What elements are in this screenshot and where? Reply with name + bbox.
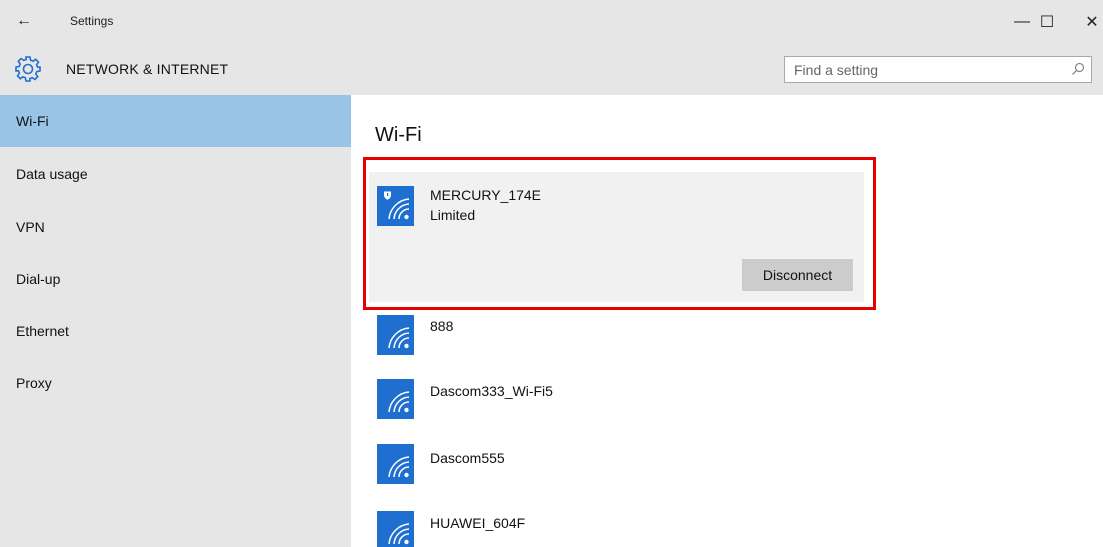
network-name: 888 bbox=[430, 318, 454, 334]
app-title: Settings bbox=[70, 14, 114, 28]
wifi-icon bbox=[377, 444, 414, 484]
back-arrow-icon[interactable]: ← bbox=[16, 12, 32, 30]
close-icon[interactable]: ✕ bbox=[1072, 6, 1103, 38]
sidebar: Wi-Fi Data usage VPN Dial-up Ethernet Pr… bbox=[0, 95, 351, 547]
network-name: Dascom333_Wi-Fi5 bbox=[430, 383, 553, 399]
sidebar-item-data-usage[interactable]: Data usage bbox=[0, 148, 351, 200]
network-name: Dascom555 bbox=[430, 450, 505, 466]
sidebar-item-ethernet[interactable]: Ethernet bbox=[0, 305, 351, 357]
title-bar: ← Settings — ☐ ✕ bbox=[0, 0, 1103, 44]
wifi-icon bbox=[377, 315, 414, 355]
sidebar-item-proxy[interactable]: Proxy bbox=[0, 357, 351, 409]
search-input[interactable] bbox=[785, 57, 1055, 82]
page-header: NETWORK & INTERNET bbox=[0, 44, 1103, 95]
sidebar-item-dial-up[interactable]: Dial-up bbox=[0, 253, 351, 305]
search-box bbox=[784, 56, 1092, 83]
wifi-icon bbox=[377, 379, 414, 419]
highlight-box bbox=[363, 157, 876, 310]
gear-icon bbox=[15, 56, 41, 82]
wifi-icon bbox=[377, 511, 414, 547]
network-name: HUAWEI_604F bbox=[430, 515, 526, 531]
search-icon[interactable] bbox=[1071, 62, 1085, 76]
sidebar-item-vpn[interactable]: VPN bbox=[0, 201, 351, 253]
sidebar-item-wifi[interactable]: Wi-Fi bbox=[0, 95, 351, 147]
page-title: Wi-Fi bbox=[375, 124, 422, 146]
section-title: NETWORK & INTERNET bbox=[66, 61, 229, 77]
maximize-icon[interactable]: ☐ bbox=[1027, 6, 1067, 38]
